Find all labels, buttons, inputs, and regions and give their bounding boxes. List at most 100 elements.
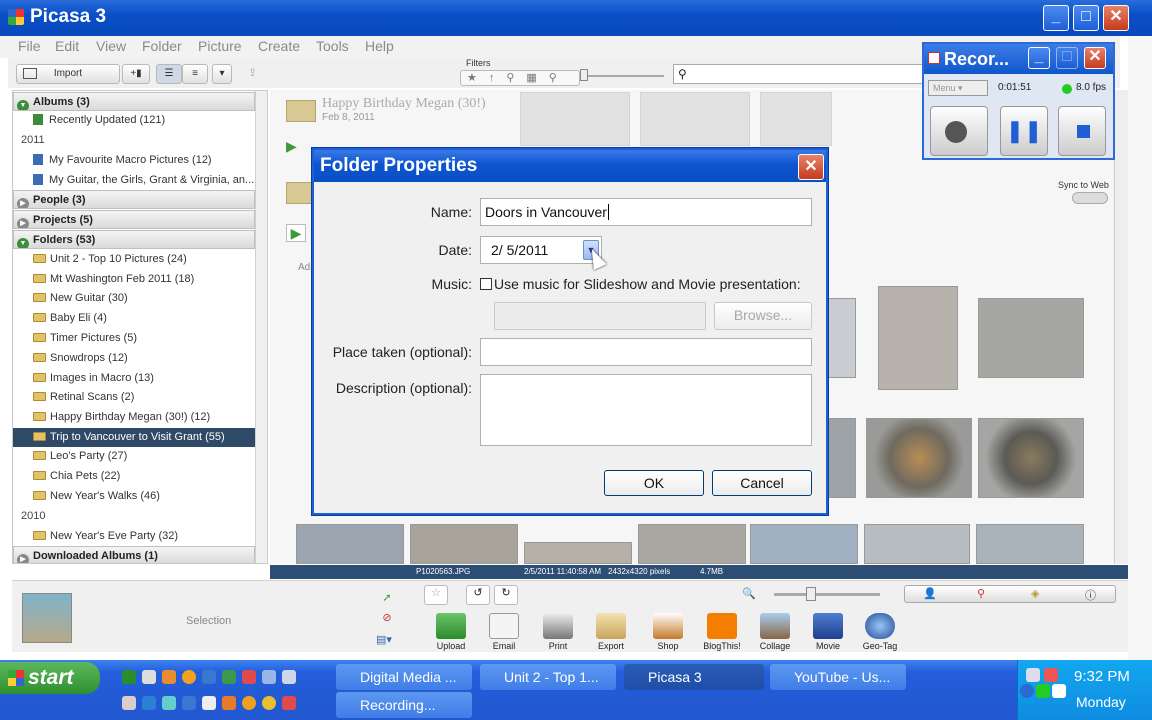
menu-create[interactable]: Create bbox=[258, 38, 300, 54]
browser-scrollbar[interactable] bbox=[1114, 90, 1128, 564]
photo-thumbnail[interactable] bbox=[760, 92, 832, 146]
movie-button[interactable]: Movie bbox=[806, 613, 850, 651]
photo-thumbnail[interactable] bbox=[296, 524, 404, 564]
photo-thumbnail[interactable] bbox=[978, 418, 1084, 498]
name-input[interactable]: Doors in Vancouver bbox=[480, 198, 812, 226]
folder-item[interactable]: New Guitar (30) bbox=[13, 289, 255, 308]
albums-header[interactable]: ▼ Albums (3) bbox=[13, 92, 255, 111]
zoom-slider[interactable] bbox=[774, 593, 880, 596]
quick-launch-icon[interactable] bbox=[202, 696, 216, 710]
folder-item-selected[interactable]: Trip to Vancouver to Visit Grant (55) bbox=[13, 428, 255, 447]
export-button[interactable]: Export bbox=[589, 613, 633, 651]
filter-slider-handle[interactable] bbox=[580, 69, 588, 81]
quick-launch-icon[interactable] bbox=[222, 670, 236, 684]
photo-thumbnail[interactable] bbox=[826, 418, 856, 498]
folder-item[interactable]: New Year's Eve Party (32) bbox=[13, 527, 255, 546]
quick-launch-icon[interactable] bbox=[222, 696, 236, 710]
dialog-close-button[interactable]: ✕ bbox=[798, 154, 824, 180]
recorder-menu-dropdown[interactable]: Menu ▾ bbox=[928, 80, 988, 96]
quick-launch-icon[interactable] bbox=[142, 696, 156, 710]
menu-view[interactable]: View bbox=[96, 38, 126, 54]
star-icon[interactable]: ☆ bbox=[424, 585, 448, 605]
start-button[interactable]: start bbox=[0, 662, 100, 694]
folder-item[interactable]: Happy Birthday Megan (30!) (12) bbox=[13, 408, 255, 427]
tree-view-button[interactable]: ≡ bbox=[182, 64, 208, 84]
list-view-button[interactable]: ☰ bbox=[156, 64, 182, 84]
minimize-button[interactable]: _ bbox=[1043, 5, 1069, 31]
selected-photo-thumbnail[interactable] bbox=[22, 593, 72, 643]
album-item[interactable]: My Guitar, the Girls, Grant & Virginia, … bbox=[13, 171, 255, 190]
shop-button[interactable]: Shop bbox=[646, 613, 690, 651]
photo-thumbnail[interactable] bbox=[410, 524, 518, 564]
album-item[interactable]: Recently Updated (121) bbox=[13, 111, 255, 130]
ok-button[interactable]: OK bbox=[604, 470, 704, 496]
photo-thumbnail[interactable] bbox=[640, 92, 750, 146]
photo-thumbnail[interactable] bbox=[520, 92, 630, 146]
projects-header[interactable]: ▶ Projects (5) bbox=[13, 210, 255, 229]
date-picker[interactable]: 2/ 5/2011 ▼ bbox=[480, 236, 602, 264]
view-dropdown-button[interactable]: ▾ bbox=[212, 64, 232, 84]
tags-icon[interactable]: ◈ bbox=[1031, 587, 1039, 600]
photo-thumbnail[interactable] bbox=[978, 298, 1084, 378]
menu-edit[interactable]: Edit bbox=[55, 38, 79, 54]
quick-launch-icon[interactable] bbox=[122, 670, 136, 684]
menu-tools[interactable]: Tools bbox=[316, 38, 349, 54]
side-panel-toggles[interactable]: 👤 ⚲ ◈ ⓘ bbox=[904, 585, 1116, 603]
title-bar[interactable]: Picasa 3 _ □ ✕ bbox=[0, 0, 1152, 36]
filter-slider[interactable] bbox=[582, 75, 664, 77]
record-button[interactable] bbox=[930, 106, 988, 156]
upload-button[interactable]: Upload bbox=[429, 613, 473, 651]
task-picasa[interactable]: Picasa 3 bbox=[624, 664, 764, 690]
quick-launch-icon[interactable] bbox=[162, 696, 176, 710]
music-checkbox[interactable] bbox=[480, 278, 492, 290]
play-slideshow-icon[interactable]: ▶ bbox=[286, 138, 306, 156]
menu-file[interactable]: File bbox=[18, 38, 41, 54]
folder-item[interactable]: Timer Pictures (5) bbox=[13, 329, 255, 348]
photo-thumbnail[interactable] bbox=[866, 418, 972, 498]
people-icon[interactable]: 👤 bbox=[923, 587, 937, 600]
print-button[interactable]: Print bbox=[536, 613, 580, 651]
tray-icon[interactable] bbox=[1044, 668, 1058, 682]
sidebar-scrollbar[interactable] bbox=[255, 91, 267, 563]
folder-item[interactable]: New Year's Walks (46) bbox=[13, 487, 255, 506]
photo-thumbnail[interactable] bbox=[864, 524, 970, 564]
task-youtube[interactable]: YouTube - Us... bbox=[770, 664, 906, 690]
quick-launch-icon[interactable] bbox=[242, 670, 256, 684]
quick-launch-icon[interactable] bbox=[282, 696, 296, 710]
folder-item[interactable]: Mt Washington Feb 2011 (18) bbox=[13, 270, 255, 289]
quick-launch-icon[interactable] bbox=[282, 670, 296, 684]
play-slideshow-icon[interactable]: ▶ bbox=[286, 224, 306, 242]
import-button[interactable]: Import bbox=[16, 64, 120, 84]
photo-thumbnail[interactable] bbox=[878, 286, 958, 390]
photo-thumbnail[interactable] bbox=[750, 524, 858, 564]
album-item[interactable]: My Favourite Macro Pictures (12) bbox=[13, 151, 255, 170]
stop-button[interactable] bbox=[1058, 106, 1106, 156]
recorder-window[interactable]: Recor... _ □ ✕ Menu ▾ 0:01:51 8.0 fps ❚❚ bbox=[922, 42, 1115, 160]
hold-icon[interactable]: ➚ bbox=[378, 591, 396, 607]
places-icon[interactable]: ⚲ bbox=[977, 587, 985, 600]
add-to-album-icon[interactable]: ▤▾ bbox=[372, 633, 396, 649]
folder-item[interactable]: Unit 2 - Top 10 Pictures (24) bbox=[13, 250, 255, 269]
menu-picture[interactable]: Picture bbox=[198, 38, 242, 54]
firefox-icon[interactable] bbox=[182, 670, 196, 684]
menu-folder[interactable]: Folder bbox=[142, 38, 182, 54]
photo-thumbnail[interactable] bbox=[826, 298, 856, 378]
back-icon[interactable] bbox=[1020, 684, 1034, 698]
search-input[interactable]: ⚲ bbox=[673, 64, 933, 84]
quick-launch-icon[interactable] bbox=[242, 696, 256, 710]
add-to-album-button[interactable]: +▮ bbox=[122, 64, 150, 84]
rotate-right-icon[interactable]: ↻ bbox=[494, 585, 518, 605]
collage-button[interactable]: Collage bbox=[753, 613, 797, 651]
chrome-icon[interactable] bbox=[262, 696, 276, 710]
quick-launch-icon[interactable] bbox=[142, 670, 156, 684]
photo-thumbnail[interactable] bbox=[524, 542, 632, 564]
photo-thumbnail[interactable] bbox=[976, 524, 1084, 564]
rotate-left-icon[interactable]: ↺ bbox=[466, 585, 490, 605]
clock[interactable]: 9:32 PM bbox=[1074, 668, 1130, 685]
folder-item[interactable]: Baby Eli (4) bbox=[13, 309, 255, 328]
clear-icon[interactable]: ⊘ bbox=[378, 611, 396, 627]
cancel-button[interactable]: Cancel bbox=[712, 470, 812, 496]
people-header[interactable]: ▶ People (3) bbox=[13, 190, 255, 209]
task-digital-media[interactable]: Digital Media ... bbox=[336, 664, 472, 690]
task-recording[interactable]: Recording... bbox=[336, 692, 472, 718]
